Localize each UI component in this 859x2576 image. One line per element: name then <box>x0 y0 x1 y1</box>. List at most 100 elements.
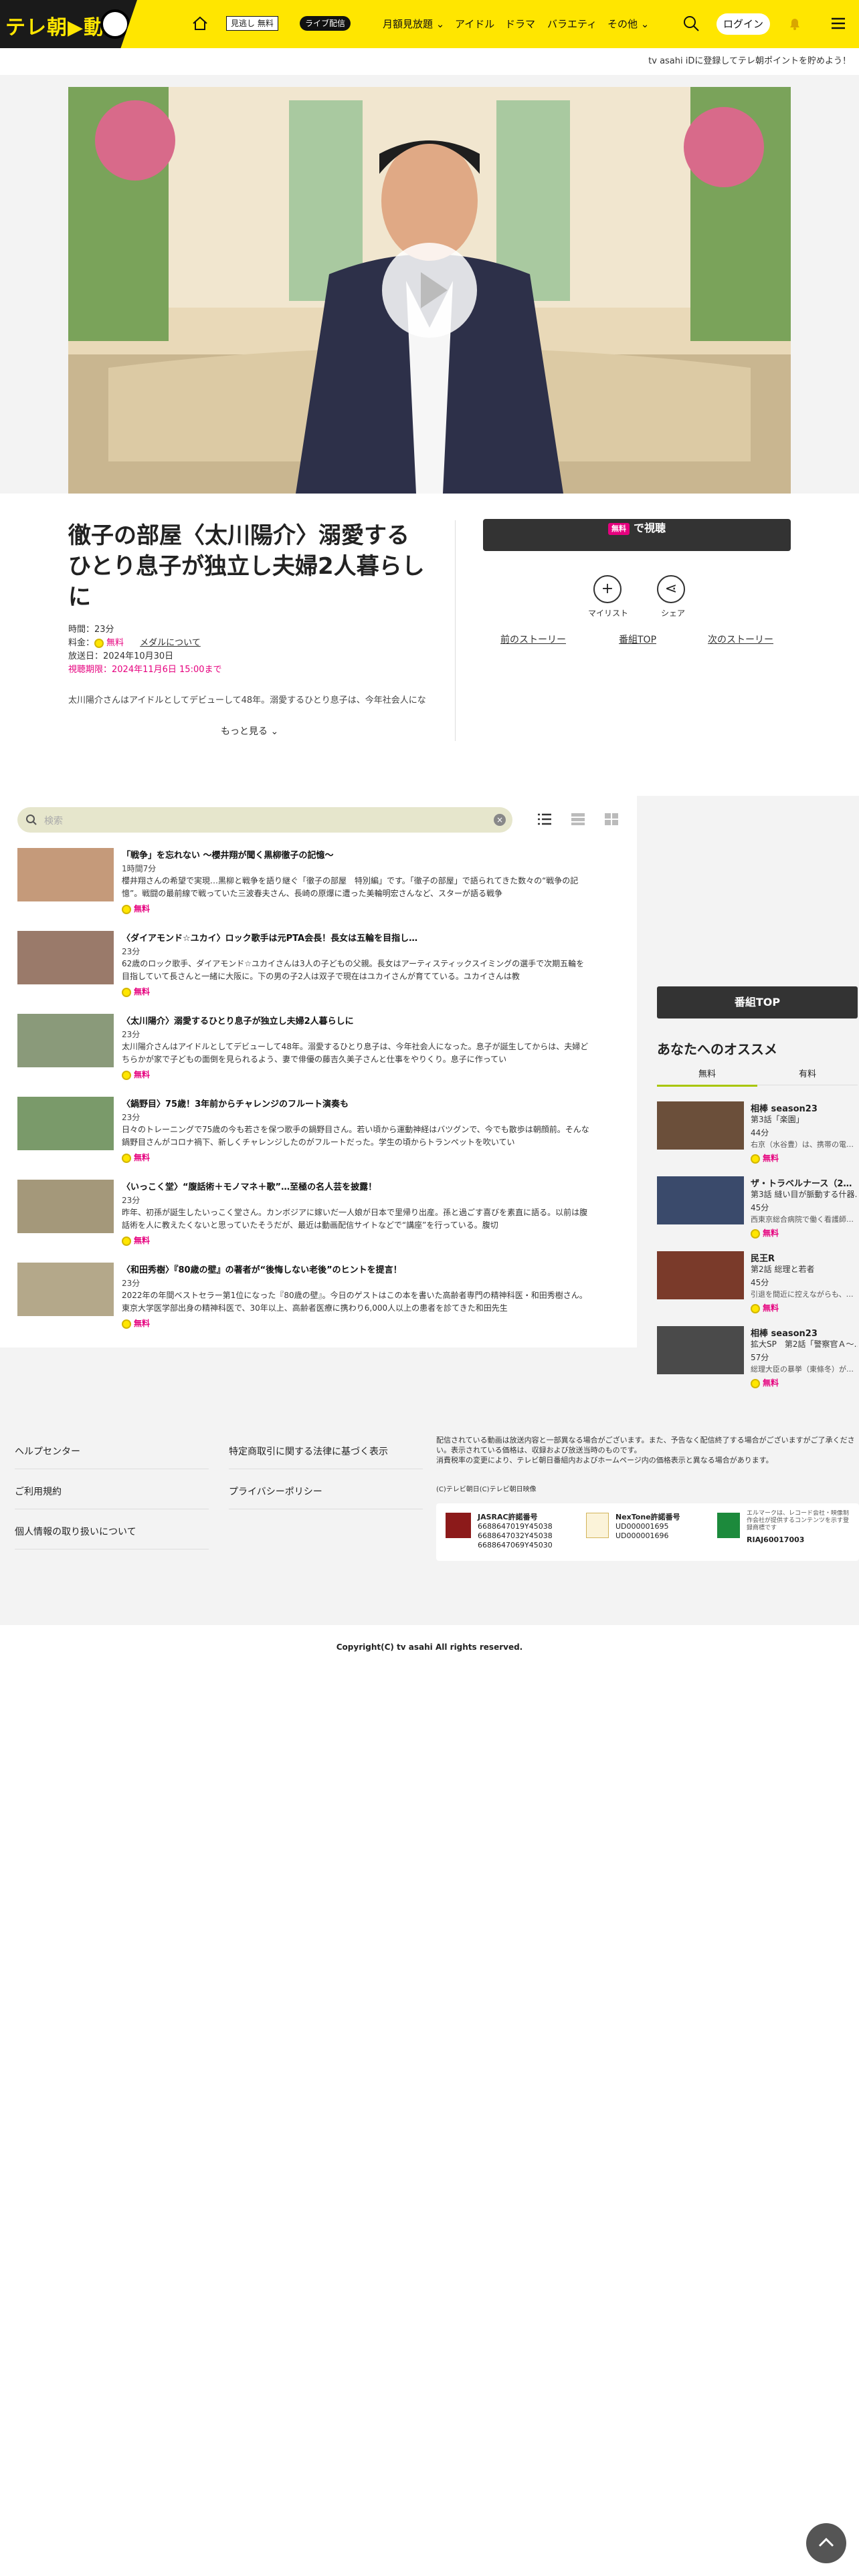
list-item[interactable]: 〈いっこく堂〉“腹話術＋モノマネ＋歌”…至極の名人芸を披露！ 23分 昨年、初孫… <box>17 1180 593 1253</box>
medal-info-link[interactable]: メダルについて <box>140 638 201 648</box>
program-top-link[interactable]: 番組TOP <box>619 633 656 646</box>
footer-privacy-handling-link[interactable]: 個人情報の取り扱いについて <box>15 1525 136 1538</box>
site-logo[interactable]: テレ朝▶動画 <box>0 0 137 48</box>
promo-bar[interactable]: tv asahi iDに登録してテレ朝ポイントを貯めよう！ <box>0 48 859 75</box>
nav-drama[interactable]: ドラマ <box>505 17 535 31</box>
medal-icon <box>122 1070 131 1080</box>
lmark-code: RIAJ60017003 <box>747 1535 805 1544</box>
footer-privacy-policy-link[interactable]: プライバシーポリシー <box>229 1485 322 1498</box>
share-icon[interactable]: ⋖ <box>657 575 685 603</box>
medal-icon <box>751 1228 760 1239</box>
scroll-top-button[interactable] <box>806 2523 846 2563</box>
medal-icon <box>751 1154 760 1164</box>
nav-other[interactable]: その他 ⌄ <box>607 17 649 31</box>
play-button[interactable] <box>382 243 477 338</box>
footer-terms-link[interactable]: ご利用規約 <box>15 1485 62 1498</box>
next-story-link[interactable]: 次のストーリー <box>708 633 773 646</box>
jasrac-logo <box>446 1513 471 1538</box>
episode-list-panel: 検索 × 「戦争」を忘れない ～櫻井翔が聞く黒柳徹子の記憶～ 1時間7分 櫻井翔… <box>0 792 637 1348</box>
list-item[interactable]: 〈太川陽介〉溺愛するひとり息子が独立し夫婦2人暮らしに 23分 太川陽介さんはア… <box>17 1014 593 1087</box>
mascot-icon <box>100 9 130 39</box>
list-item[interactable]: 〈ダイアモンド☆ユカイ〉ロック歌手は元PTA会長！長女は五輪を目指し… 23分 … <box>17 931 593 1004</box>
episode-thumbnail <box>17 1097 114 1150</box>
footer-copyright-small: (C)テレビ朝日(C)テレビ朝日映像 <box>436 1486 537 1493</box>
air-date: 放送日：2024年10月30日 <box>68 651 174 661</box>
episode-thumbnail <box>17 1014 114 1067</box>
list-item[interactable]: 「戦争」を忘れない ～櫻井翔が聞く黒柳徹子の記憶～ 1時間7分 櫻井翔さんの希望… <box>17 848 593 922</box>
recommend-item[interactable]: 相棒 season23 拡大SP 第2話「警察官Ａ～… 57分 総理大臣の暴挙（… <box>657 1326 858 1393</box>
medal-icon <box>751 1303 760 1313</box>
menu-icon[interactable] <box>830 15 847 32</box>
nextone-logo <box>586 1513 609 1538</box>
nextone-number: UD000001695 <box>615 1522 669 1531</box>
nextone-label: NexTone許諾番号 <box>615 1513 680 1521</box>
lmark-text: エルマークは、レコード会社・映像制作会社が提供するコンテンツを示す登録商標です <box>747 1510 850 1531</box>
recommend-heading: あなたへのオススメ <box>657 1041 777 1057</box>
prev-story-link[interactable]: 前のストーリー <box>500 633 566 646</box>
share-label: シェア <box>661 609 686 618</box>
tab-paid[interactable]: 有料 <box>757 1067 858 1085</box>
show-more-button[interactable]: もっと見る ⌄ <box>221 724 278 738</box>
search-icon <box>26 815 37 825</box>
list-view-icon[interactable] <box>538 813 551 825</box>
list-item[interactable]: 〈鍋野目〉75歳！3年前からチャレンジのフルート演奏も 23分 日々のトレーニン… <box>17 1097 593 1170</box>
footer-commerce-link[interactable]: 特定商取引に関する法律に基づく表示 <box>229 1444 388 1458</box>
watch-button[interactable]: 無料 で視聴 <box>483 519 791 551</box>
grid-view-icon[interactable] <box>605 813 618 825</box>
nextone-number: UD000001696 <box>615 1531 669 1540</box>
add-mylist-icon[interactable]: + <box>593 575 622 603</box>
episode-thumbnail <box>17 931 114 984</box>
footer-bottom: Copyright(C) tv asahi All rights reserve… <box>0 1625 859 2576</box>
medal-icon <box>122 1236 131 1246</box>
search-icon[interactable] <box>682 15 700 32</box>
medal-icon <box>122 1319 131 1329</box>
medal-icon <box>122 987 131 997</box>
site-header: テレ朝▶動画 見逃し 無料 ライブ配信 月額見放題 ⌄ アイドル ドラマ バラエ… <box>0 0 859 48</box>
footer-help-link[interactable]: ヘルプセンター <box>15 1444 80 1458</box>
nav-idol[interactable]: アイドル <box>455 17 494 31</box>
live-badge[interactable]: ライブ配信 <box>300 16 351 31</box>
episode-thumbnail <box>17 848 114 901</box>
episode-description: 太川陽介さんはアイドルとしてデビューして48年。溺愛するひとり息子は、今年社会人… <box>68 695 426 706</box>
episode-thumbnail <box>17 1263 114 1316</box>
medal-icon <box>751 1378 760 1388</box>
bell-icon[interactable] <box>786 15 803 32</box>
tab-free[interactable]: 無料 <box>657 1067 757 1087</box>
recommend-thumbnail <box>657 1326 744 1374</box>
mylist-label: マイリスト <box>588 609 629 618</box>
episode-info: 徹子の部屋〈太川陽介〉溺愛するひとり息子が独立し夫婦2人暮らしに 時間：23分 … <box>0 494 859 796</box>
license-box: JASRAC許諾番号 6688647019Y45038 6688647032Y4… <box>436 1503 859 1561</box>
nav-monthly[interactable]: 月額見放題 ⌄ <box>383 17 444 31</box>
program-top-button[interactable]: 番組TOP <box>657 986 858 1018</box>
copyright: Copyright(C) tv asahi All rights reserve… <box>336 1642 523 1652</box>
chevron-up-icon <box>818 2537 834 2547</box>
nav-variety[interactable]: バラエティ <box>547 17 597 31</box>
detail-view-icon[interactable] <box>571 813 585 825</box>
jasrac-label: JASRAC許諾番号 <box>478 1513 538 1521</box>
episode-fee: 料金： 無料 メダルについて <box>68 638 201 648</box>
medal-icon <box>94 638 104 648</box>
recommend-item[interactable]: ザ・トラベルナース（2… 第3話 縫い目が脈動する什器… 45分 西東京総合病院… <box>657 1176 858 1243</box>
lmark-logo <box>717 1513 740 1538</box>
jasrac-number: 6688647069Y45030 <box>478 1541 553 1549</box>
login-button[interactable]: ログイン <box>717 13 770 35</box>
recommend-item[interactable]: 相棒 season23 第3話「楽園」 44分 右京（水谷豊）は、携帯の電… 無… <box>657 1101 858 1168</box>
medal-icon <box>122 1153 131 1163</box>
recommend-item[interactable]: 民王R 第2話 総理と若者 45分 引退を間近に控えながらも、… 無料 <box>657 1251 858 1318</box>
episode-title: 徹子の部屋〈太川陽介〉溺愛するひとり息子が独立し夫婦2人暮らしに <box>68 522 425 611</box>
episode-search-input[interactable]: 検索 × <box>17 807 512 833</box>
episode-duration: 時間：23分 <box>68 625 114 635</box>
recommend-thumbnail <box>657 1101 744 1150</box>
divider <box>455 520 456 741</box>
list-item[interactable]: 〈和田秀樹〉『80歳の壁』の著者が“後悔しない老後”のヒントを提言！ 23分 2… <box>17 1263 593 1336</box>
free-catchup-badge[interactable]: 見逃し 無料 <box>226 16 278 31</box>
episode-thumbnail <box>17 1180 114 1233</box>
video-player[interactable] <box>68 87 791 494</box>
clear-search-icon[interactable]: × <box>494 814 506 826</box>
sidebar: 番組TOP あなたへのオススメ 無料 有料 相棒 season23 第3話「楽園… <box>657 792 859 1388</box>
recommend-thumbnail <box>657 1251 744 1299</box>
footer-notice: 配信されている動画は放送内容と一部異なる場合がございます。また、予告なく配信終了… <box>436 1436 855 1465</box>
jasrac-number: 6688647032Y45038 <box>478 1531 553 1540</box>
jasrac-number: 6688647019Y45038 <box>478 1522 553 1531</box>
home-icon[interactable] <box>191 15 209 32</box>
